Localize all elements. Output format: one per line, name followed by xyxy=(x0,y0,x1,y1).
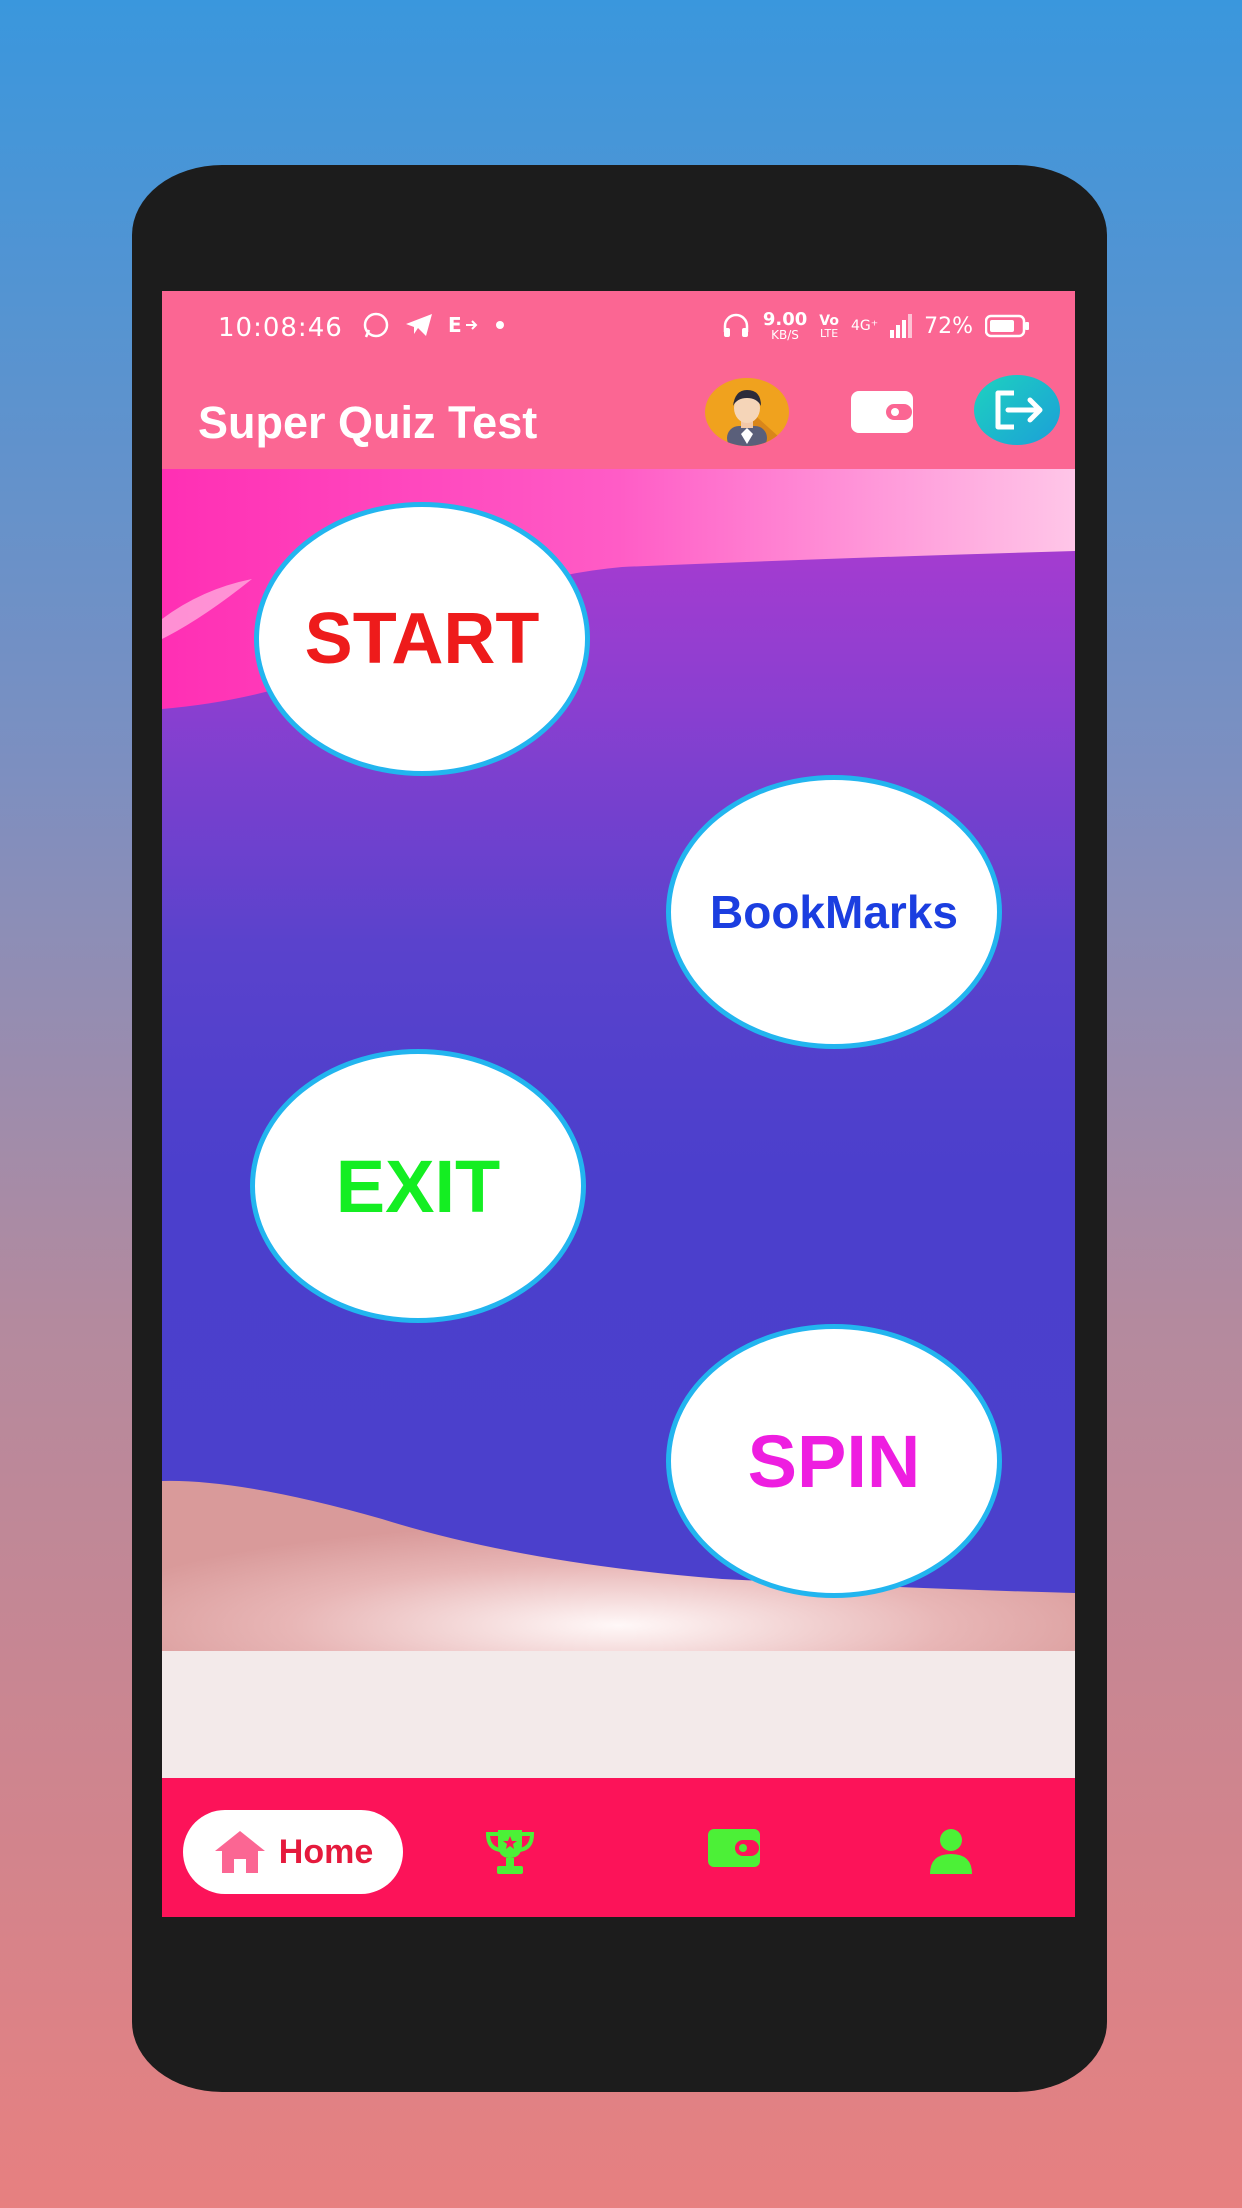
volte-indicator: Vo LTE xyxy=(819,314,839,339)
wallet-button[interactable] xyxy=(850,389,914,435)
volte-bottom: LTE xyxy=(819,326,839,340)
bottom-navigation: Home xyxy=(162,1778,1075,1917)
telegram-icon xyxy=(406,314,432,336)
status-time: 10:08:46 xyxy=(218,313,343,343)
wallet-icon xyxy=(708,1829,760,1867)
app-screen: 10:08:46 E 9.00 KB/S Vo LTE 4G⁺ 72% Supe… xyxy=(162,291,1075,1917)
net-speed-value: 9.00 xyxy=(762,309,808,330)
net-speed: 9.00 KB/S xyxy=(762,309,808,342)
wallet-icon xyxy=(851,391,913,433)
net-speed-unit: KB/S xyxy=(771,328,799,342)
spin-button[interactable]: SPIN xyxy=(666,1324,1002,1598)
status-bar: 10:08:46 E 9.00 KB/S Vo LTE 4G⁺ 72% xyxy=(162,291,1075,369)
whatsapp-icon xyxy=(363,312,389,338)
nav-profile-tab[interactable] xyxy=(928,1828,980,1876)
user-avatar-icon xyxy=(727,390,789,446)
nav-home-label: Home xyxy=(278,1832,374,1871)
logout-button[interactable] xyxy=(974,375,1060,445)
network-type: 4G⁺ xyxy=(850,318,879,334)
avatar[interactable] xyxy=(705,378,789,446)
content-spacer xyxy=(162,1651,1075,1778)
nav-leaderboard-tab[interactable] xyxy=(484,1828,536,1876)
app-title: Super Quiz Test xyxy=(198,397,538,448)
system-icons: 9.00 KB/S Vo LTE 4G⁺ 72% xyxy=(721,311,1031,341)
start-button[interactable]: START xyxy=(254,502,590,776)
notification-icons: E xyxy=(362,311,506,339)
main-menu-area: START BookMarks EXIT SPIN xyxy=(162,469,1075,1651)
email-icon: E xyxy=(448,314,478,336)
more-dot-icon xyxy=(496,321,504,329)
app-bar: Super Quiz Test xyxy=(162,369,1075,469)
signal-icon xyxy=(890,314,913,338)
nav-wallet-tab[interactable] xyxy=(707,1828,760,1876)
home-icon xyxy=(214,1831,265,1873)
exit-button[interactable]: EXIT xyxy=(250,1049,586,1323)
volte-top: Vo xyxy=(819,312,839,329)
battery-icon xyxy=(985,314,1029,338)
headphones-icon xyxy=(723,313,749,337)
nav-home-tab[interactable]: Home xyxy=(183,1810,403,1894)
battery-percent: 72% xyxy=(924,313,973,339)
logout-icon xyxy=(995,390,1043,430)
trophy-icon xyxy=(485,1830,535,1874)
profile-icon xyxy=(930,1829,972,1874)
svg-text:E: E xyxy=(448,314,462,336)
bookmarks-button[interactable]: BookMarks xyxy=(666,775,1002,1049)
